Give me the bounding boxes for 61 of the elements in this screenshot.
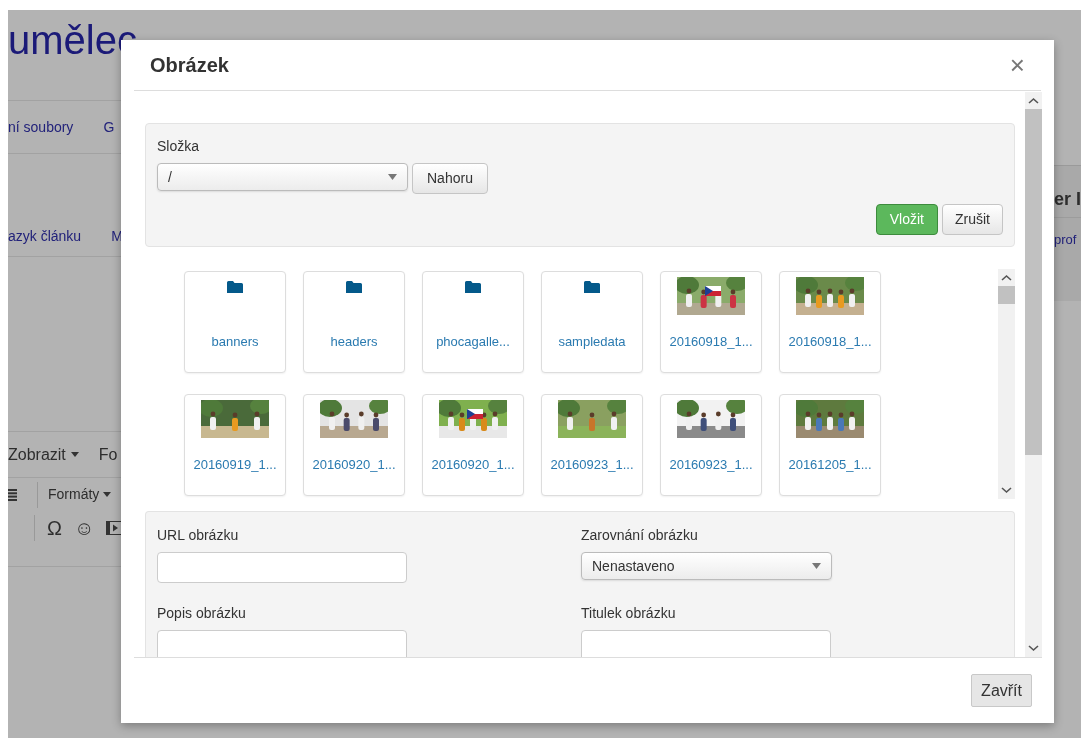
file-name: headers	[330, 332, 378, 351]
file-name: 20160918_1...	[788, 332, 872, 351]
file-tile[interactable]: 20160918_1...	[779, 271, 881, 373]
media-icon[interactable]	[106, 520, 123, 535]
folder-icon	[584, 281, 600, 293]
profile-link[interactable]: prof	[1052, 218, 1081, 250]
folder-icon	[465, 281, 481, 293]
scrollbar[interactable]	[1025, 92, 1042, 657]
file-name: 20160920_1...	[312, 455, 396, 474]
file-tile[interactable]: 20160920_1...	[303, 394, 405, 496]
file-name: 20160923_1...	[550, 455, 634, 474]
field-label: Zarovnání obrázku	[581, 526, 699, 545]
toolbar-symbol[interactable]: Ω	[47, 512, 62, 543]
menu-item[interactable]: Zobrazit	[8, 442, 79, 467]
caret-icon	[812, 563, 821, 569]
file-name: phocagalle...	[436, 332, 510, 351]
menu-item[interactable]: Fo	[98, 442, 118, 467]
file-name: 20160918_1...	[669, 332, 753, 351]
file-tile[interactable]: 20160918_1...	[660, 271, 762, 373]
folder-icon	[227, 281, 243, 293]
scrollbar-thumb[interactable]	[1025, 109, 1042, 455]
alignment-select[interactable]: Nenastaveno	[581, 552, 832, 580]
caret-icon	[388, 174, 397, 180]
input-field[interactable]	[581, 630, 831, 657]
nav-link[interactable]: G	[103, 116, 115, 138]
file-name: banners	[211, 332, 259, 351]
file-tile[interactable]: 20160923_1...	[541, 394, 643, 496]
folder-label: Složka	[157, 137, 201, 156]
close-dialog-button[interactable]: Zavřít	[971, 674, 1032, 707]
file-tile[interactable]: 20160920_1...	[422, 394, 524, 496]
file-tile[interactable]: banners	[184, 271, 286, 373]
toolbar-symbol[interactable]: ☺	[73, 512, 95, 543]
field-label: Titulek obrázku	[581, 604, 677, 623]
input-field[interactable]	[157, 630, 407, 657]
field-label: Popis obrázku	[157, 604, 247, 623]
scrollbar-thumb[interactable]	[998, 286, 1015, 304]
cancel-button[interactable]: Zrušit	[942, 204, 1003, 235]
tab-link[interactable]: azyk článku	[8, 225, 82, 247]
file-tile[interactable]: headers	[303, 271, 405, 373]
file-tile[interactable]: 20160919_1...	[184, 394, 286, 496]
up-button[interactable]: Nahoru	[412, 163, 488, 194]
formats-menu[interactable]: Formáty	[48, 484, 112, 505]
caret-icon	[103, 492, 112, 497]
dialog-title: Obrázek	[150, 53, 229, 78]
file-tile[interactable]: sampledata	[541, 271, 643, 373]
close-button[interactable]: ×	[1009, 52, 1025, 78]
list-icon[interactable]	[8, 488, 17, 501]
file-tile[interactable]: 20161205_1...	[779, 394, 881, 496]
folder-select[interactable]: /	[157, 163, 408, 191]
file-name: 20161205_1...	[788, 455, 872, 474]
field-label: URL obrázku	[157, 526, 240, 545]
scrollbar[interactable]	[998, 269, 1015, 499]
folder-icon	[346, 281, 362, 293]
file-name: 20160923_1...	[669, 455, 753, 474]
file-name: sampledata	[558, 332, 626, 351]
input-field[interactable]	[157, 552, 407, 583]
file-tile[interactable]: 20160923_1...	[660, 394, 762, 496]
file-name: 20160920_1...	[431, 455, 515, 474]
nav-link[interactable]: ní soubory	[8, 116, 74, 138]
file-name: 20160919_1...	[193, 455, 277, 474]
file-tile[interactable]: phocagalle...	[422, 271, 524, 373]
